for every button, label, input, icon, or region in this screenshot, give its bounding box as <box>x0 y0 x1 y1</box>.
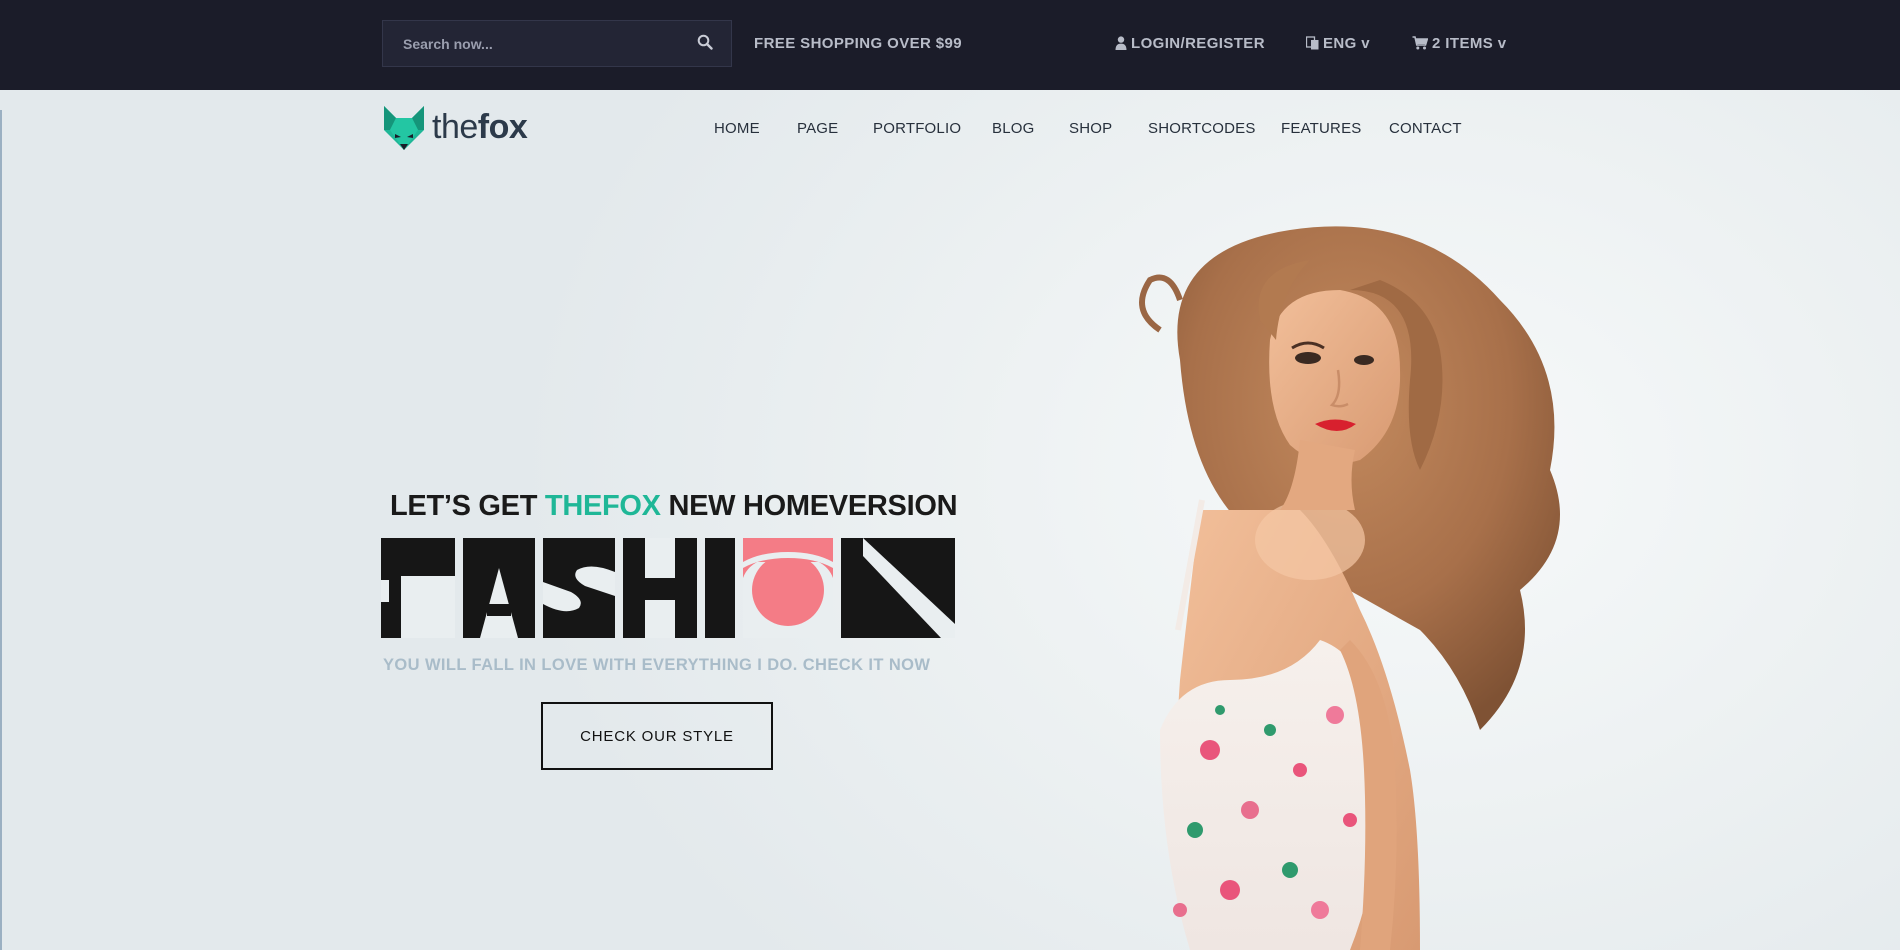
language-label: ENG v <box>1323 35 1371 52</box>
login-register-link[interactable]: LOGIN/REGISTER <box>1115 34 1265 54</box>
nav-page[interactable]: PAGE <box>797 120 838 137</box>
search-icon[interactable] <box>697 34 717 54</box>
logo-text-light: the <box>432 108 478 146</box>
cart-dropdown[interactable]: 2 ITEMS v <box>1412 34 1506 54</box>
hero-tagline: YOU WILL FALL IN LOVE WITH EVERYTHING I … <box>383 656 931 674</box>
hero-section: thefox HOME PAGE PORTFOLIO BLOG SHOP SHO… <box>0 90 1900 950</box>
nav-blog[interactable]: BLOG <box>992 120 1034 137</box>
search-box <box>382 20 732 67</box>
nav-features[interactable]: FEATURES <box>1281 120 1362 137</box>
fox-logo-icon <box>384 106 424 150</box>
letter-i <box>705 538 735 638</box>
top-bar: FREE SHOPPING OVER $99 LOGIN/REGISTER EN… <box>0 0 1900 90</box>
fashion-headline-graphic <box>381 538 955 638</box>
check-our-style-button[interactable]: CHECK OUR STYLE <box>541 702 773 770</box>
letter-h <box>623 538 697 638</box>
kicker-suffix: NEW HOMEVERSION <box>660 490 958 522</box>
login-register-label: LOGIN/REGISTER <box>1131 35 1265 52</box>
user-icon <box>1115 36 1127 50</box>
language-selector[interactable]: ENG v <box>1305 34 1371 54</box>
cart-icon <box>1412 36 1429 50</box>
letter-s <box>543 538 615 638</box>
shipping-notice: FREE SHOPPING OVER $99 <box>754 35 963 52</box>
letter-o <box>743 538 833 638</box>
kicker-prefix: LET’S GET <box>390 490 545 522</box>
language-icon <box>1305 36 1319 50</box>
nav-portfolio[interactable]: PORTFOLIO <box>873 120 961 137</box>
kicker-accent: THEFOX <box>544 490 661 522</box>
nav-contact[interactable]: CONTACT <box>1389 120 1462 137</box>
letter-n <box>841 538 955 638</box>
nav-shortcodes[interactable]: SHORTCODES <box>1148 120 1256 137</box>
cart-label: 2 ITEMS v <box>1432 35 1507 52</box>
logo-text-bold: fox <box>477 108 528 146</box>
search-input[interactable] <box>383 21 703 66</box>
logo-wordmark: thefox <box>432 108 528 147</box>
nav-shop[interactable]: SHOP <box>1069 120 1112 137</box>
letter-f <box>381 538 455 638</box>
hero-kicker: LET’S GET THEFOX NEW HOMEVERSION <box>390 490 958 523</box>
left-edge-divider <box>0 110 2 950</box>
fashion-model-image <box>1139 226 1560 950</box>
letter-a <box>463 538 535 638</box>
nav-home[interactable]: HOME <box>714 120 760 137</box>
